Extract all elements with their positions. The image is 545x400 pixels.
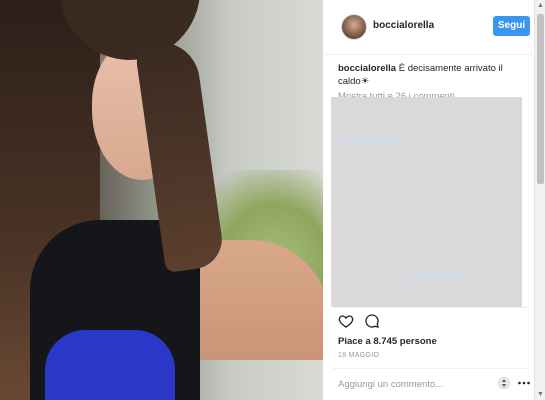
post-side-panel: boccialorella Segui boccialorella È deci… (323, 0, 545, 400)
comment-input[interactable] (338, 377, 488, 391)
up-down-arrows-icon[interactable] (498, 376, 510, 390)
scroll-up-arrow-icon[interactable]: ▲ (535, 0, 545, 11)
post-date: 18 MAGGIO (338, 352, 380, 359)
post-photo[interactable] (0, 0, 323, 400)
faint-text-bar (409, 272, 469, 280)
scroll-down-arrow-icon[interactable]: ▼ (535, 389, 545, 400)
avatar[interactable] (341, 14, 367, 40)
username[interactable]: boccialorella (373, 20, 434, 31)
more-options-icon[interactable] (517, 378, 531, 388)
scrollbar[interactable]: ▲ ▼ (534, 0, 545, 400)
scrollbar-thumb[interactable] (537, 14, 544, 184)
comments-placeholder-block (331, 97, 522, 307)
follow-button[interactable]: Segui (493, 16, 530, 36)
heart-icon[interactable] (338, 313, 354, 329)
caption-username[interactable]: boccialorella (338, 63, 396, 74)
divider (333, 368, 529, 369)
likes-count[interactable]: Piace a 8.745 persone (338, 336, 437, 347)
photo-top-blue (45, 330, 175, 400)
divider (333, 307, 529, 308)
post-header: boccialorella Segui (323, 0, 533, 55)
faint-text-bar (343, 137, 403, 145)
comment-bubble-icon[interactable] (364, 313, 380, 329)
post-caption: boccialorella È decisamente arrivato il … (338, 62, 528, 88)
